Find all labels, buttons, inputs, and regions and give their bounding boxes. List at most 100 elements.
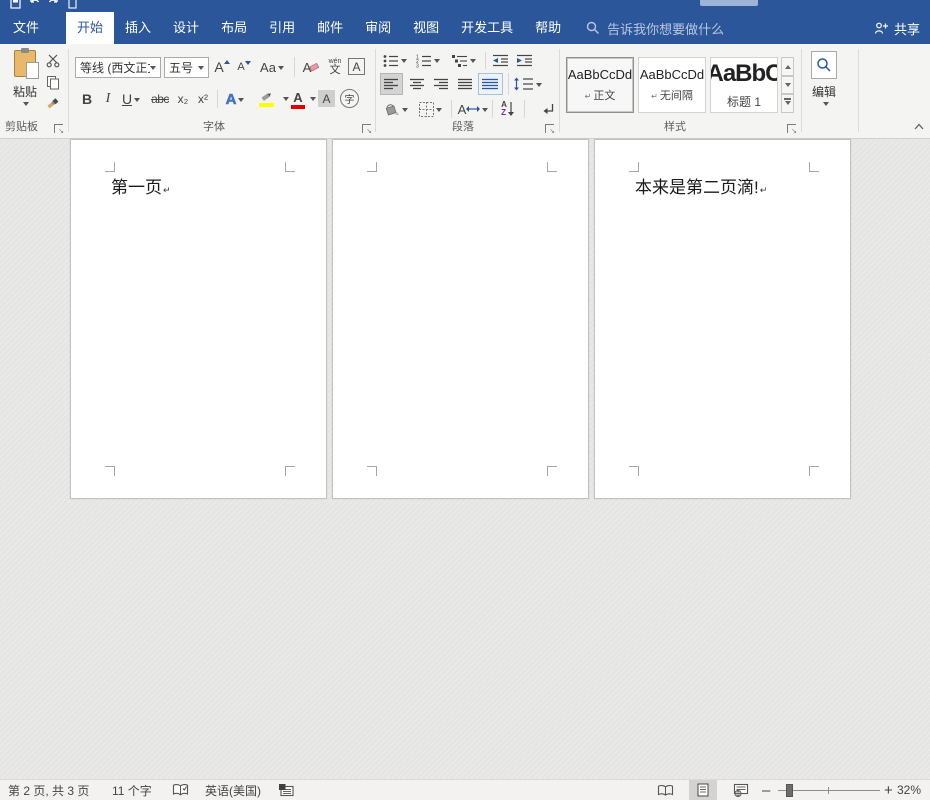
tab-developer[interactable]: 开发工具 <box>450 12 524 44</box>
zoom-out-button[interactable]: – <box>762 780 770 800</box>
tab-view[interactable]: 视图 <box>402 12 450 44</box>
page-3-text[interactable]: 本来是第二页滴!↵ <box>635 173 767 198</box>
share-button[interactable]: 共享 <box>874 12 920 44</box>
underline-button[interactable]: U <box>119 90 143 108</box>
word-count-status[interactable]: 11 个字 <box>112 780 152 800</box>
enclose-characters-button[interactable]: 字 <box>340 89 359 108</box>
redo-icon[interactable] <box>48 0 59 11</box>
page-number-status[interactable]: 第 2 页, 共 3 页 <box>8 780 89 800</box>
numbering-caret-icon <box>434 59 440 66</box>
style-card-normal[interactable]: AaBbCcDd ↵正文 <box>566 57 634 113</box>
bullets-button[interactable] <box>382 52 408 69</box>
format-painter-button[interactable] <box>43 95 63 111</box>
paragraph-dialog-launcher-icon[interactable] <box>545 124 554 133</box>
editing-group-button[interactable]: 编辑 <box>805 83 843 99</box>
small-divider <box>524 100 525 118</box>
print-layout-view-button[interactable] <box>689 780 717 800</box>
text-highlight-button[interactable] <box>252 88 280 110</box>
save-icon[interactable] <box>10 0 21 11</box>
tab-help[interactable]: 帮助 <box>524 12 572 44</box>
page-1-text[interactable]: 第一页↵ <box>111 173 171 198</box>
collapse-ribbon-button[interactable] <box>912 120 926 132</box>
touch-mode-icon[interactable] <box>67 0 78 11</box>
find-button[interactable] <box>811 51 837 79</box>
format-painter-brush-icon <box>45 95 61 111</box>
font-name-combobox[interactable]: 等线 (西文正文 <box>75 57 161 78</box>
style-card-no-spacing[interactable]: AaBbCcDd ↵无间隔 <box>638 57 706 113</box>
distributed-button[interactable] <box>478 73 503 95</box>
page-3[interactable]: 本来是第二页滴!↵ <box>594 139 851 499</box>
tab-insert[interactable]: 插入 <box>114 12 162 44</box>
justify-button[interactable] <box>454 73 477 95</box>
tell-me-search[interactable]: 告诉我你想要做什么 <box>586 12 724 44</box>
sort-button[interactable]: AZ <box>497 98 519 119</box>
numbered-list-icon: 123 <box>416 54 432 68</box>
undo-icon[interactable] <box>29 0 40 11</box>
cut-button[interactable] <box>44 52 62 68</box>
tab-file[interactable]: 文件 <box>0 12 52 44</box>
strikethrough-button[interactable]: abc <box>148 90 172 108</box>
zoom-slider-track[interactable] <box>778 790 880 791</box>
zoom-in-button[interactable]: + <box>884 780 893 800</box>
styles-dialog-launcher-icon[interactable] <box>787 124 796 133</box>
superscript-button[interactable]: x² <box>194 90 212 108</box>
style-card-heading1[interactable]: AaBbC 标题 1 <box>710 57 778 113</box>
numbering-button[interactable]: 123 <box>414 52 442 69</box>
tab-references[interactable]: 引用 <box>258 12 306 44</box>
character-scaling-button[interactable]: A <box>457 100 489 118</box>
align-center-button[interactable] <box>406 73 429 95</box>
clear-formatting-button[interactable]: A <box>300 57 322 77</box>
increase-indent-button[interactable] <box>515 52 535 69</box>
phonetic-guide-button[interactable]: wén 文 <box>326 55 344 79</box>
grow-font-button[interactable]: A <box>212 57 232 77</box>
macro-record-status[interactable] <box>278 780 294 800</box>
decrease-indent-button[interactable] <box>491 52 511 69</box>
zoom-level-value[interactable]: 32% <box>897 780 921 800</box>
line-spacing-button[interactable] <box>513 73 543 95</box>
borders-button[interactable] <box>415 100 445 118</box>
italic-button[interactable]: I <box>101 90 115 108</box>
multilevel-list-button[interactable] <box>449 52 479 69</box>
font-dialog-launcher-icon[interactable] <box>362 124 371 133</box>
paste-button[interactable]: 粘贴 <box>5 48 45 124</box>
tab-home[interactable]: 开始 <box>66 12 114 44</box>
read-mode-view-button[interactable] <box>651 780 679 800</box>
styles-scroll-down-button[interactable] <box>781 76 794 95</box>
show-hide-marks-button[interactable] <box>540 100 558 118</box>
page-2[interactable] <box>332 139 589 499</box>
tab-design[interactable]: 设计 <box>162 12 210 44</box>
paste-dropdown-caret-icon[interactable] <box>23 102 29 109</box>
change-case-button[interactable]: Aa <box>258 57 286 77</box>
font-size-combobox[interactable]: 五号 <box>164 57 209 78</box>
clipboard-dialog-launcher-icon[interactable] <box>54 124 63 133</box>
sign-in-button[interactable] <box>700 0 758 6</box>
tab-layout[interactable]: 布局 <box>210 12 258 44</box>
underline-glyph: U <box>122 91 132 107</box>
copy-button[interactable] <box>44 74 62 90</box>
shrink-font-button[interactable]: A <box>234 57 254 77</box>
shading-button[interactable] <box>380 100 410 118</box>
align-right-button[interactable] <box>430 73 453 95</box>
proofing-status[interactable] <box>172 780 189 800</box>
font-color-caret-icon[interactable] <box>310 97 316 104</box>
bold-glyph: B <box>82 91 92 107</box>
styles-gallery-more-button[interactable] <box>781 94 794 113</box>
web-layout-view-button[interactable] <box>727 780 755 800</box>
character-border-button[interactable]: A <box>348 58 365 75</box>
align-left-button[interactable] <box>380 73 403 95</box>
editing-caret-icon[interactable] <box>823 102 829 109</box>
tab-mailings[interactable]: 邮件 <box>306 12 354 44</box>
zoom-slider-handle[interactable] <box>786 784 793 797</box>
font-color-button[interactable]: A <box>290 88 306 110</box>
text-effects-button[interactable]: A <box>222 90 248 108</box>
tab-review[interactable]: 审阅 <box>354 12 402 44</box>
page-1[interactable]: 第一页↵ <box>70 139 327 499</box>
paragraph-style-marker: ↵ <box>651 92 658 101</box>
subscript-button[interactable]: x₂ <box>174 90 192 108</box>
bold-button[interactable]: B <box>79 90 95 108</box>
highlight-caret-icon[interactable] <box>283 97 289 104</box>
styles-scroll-up-button[interactable] <box>781 57 794 76</box>
crop-mark-icon <box>105 466 115 476</box>
character-shading-button[interactable]: A <box>318 90 335 107</box>
language-status[interactable]: 英语(美国) <box>205 780 261 800</box>
